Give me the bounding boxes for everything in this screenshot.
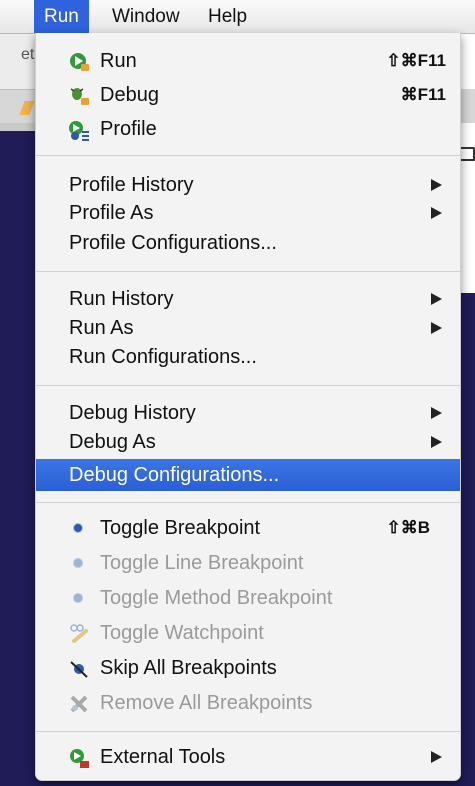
- menu-item-external-tools[interactable]: External Tools: [36, 740, 460, 774]
- breakpoint-dot-icon: [73, 523, 83, 533]
- menu-item-debug-configurations[interactable]: Debug Configurations...: [36, 459, 460, 491]
- separator: [36, 385, 460, 386]
- menu-item-label: External Tools: [100, 746, 226, 768]
- menu-item-label: Profile Configurations...: [69, 232, 277, 254]
- menu-item-label: Debug As: [69, 431, 156, 453]
- menu-item-remove-all-breakpoints[interactable]: Remove All Breakpoints: [36, 686, 460, 720]
- background-maximize-icon: [459, 147, 475, 161]
- menubar: Run Window Help: [0, 0, 475, 34]
- submenu-arrow-icon: [431, 322, 442, 334]
- menu-item-label: Profile: [100, 118, 157, 140]
- menu-item-profile[interactable]: Profile: [36, 112, 460, 146]
- run-menu-dropdown: Run ⇧⌘F11 Debug ⌘F11 Profile Profile His…: [35, 33, 461, 781]
- submenu-arrow-icon: [431, 293, 442, 305]
- menu-window[interactable]: Window: [102, 0, 190, 33]
- menu-help[interactable]: Help: [198, 0, 257, 33]
- background-text: et: [21, 46, 35, 63]
- shortcut: ⇧⌘F11: [386, 51, 446, 70]
- menu-item-run-configurations[interactable]: Run Configurations...: [36, 340, 460, 374]
- background-panel: [0, 123, 36, 131]
- separator: [36, 155, 460, 156]
- separator: [36, 271, 460, 272]
- shortcut: ⇧⌘B: [386, 518, 430, 537]
- menu-item-label: Toggle Watchpoint: [100, 622, 264, 644]
- separator: [36, 502, 460, 503]
- separator: [36, 731, 460, 732]
- watchpoint-icon: [70, 624, 88, 643]
- menu-item-label: Toggle Line Breakpoint: [100, 552, 304, 574]
- menu-item-skip-all-breakpoints[interactable]: Skip All Breakpoints: [36, 651, 460, 685]
- breakpoint-dot-icon: [73, 593, 83, 603]
- shortcut: ⌘F11: [400, 85, 446, 104]
- menu-item-label: Run Configurations...: [69, 346, 257, 368]
- menu-item-label: Profile As: [69, 202, 154, 224]
- submenu-arrow-icon: [431, 407, 442, 419]
- menu-run[interactable]: Run: [34, 0, 89, 33]
- debug-icon: [70, 88, 89, 105]
- menu-item-label: Debug Configurations...: [69, 464, 280, 486]
- menu-item-label: Toggle Method Breakpoint: [100, 587, 333, 609]
- menu-item-profile-as[interactable]: Profile As: [36, 196, 460, 230]
- menu-item-toggle-watchpoint[interactable]: Toggle Watchpoint: [36, 616, 460, 650]
- menu-item-profile-configurations[interactable]: Profile Configurations...: [36, 226, 460, 260]
- submenu-arrow-icon: [431, 207, 442, 219]
- menu-item-toggle-breakpoint[interactable]: Toggle Breakpoint ⇧⌘B: [36, 511, 460, 545]
- submenu-arrow-icon: [431, 179, 442, 191]
- external-tools-icon: [70, 749, 89, 768]
- menu-item-label: Skip All Breakpoints: [100, 657, 277, 679]
- remove-breakpoints-icon: [70, 695, 88, 713]
- menu-item-debug-as[interactable]: Debug As: [36, 425, 460, 459]
- profile-icon: [69, 121, 89, 141]
- menu-item-label: Debug: [100, 84, 159, 106]
- run-icon: [70, 53, 89, 71]
- menu-item-toggle-method-breakpoint[interactable]: Toggle Method Breakpoint: [36, 581, 460, 615]
- skip-breakpoints-icon: [70, 661, 88, 678]
- menu-item-debug[interactable]: Debug ⌘F11: [36, 78, 460, 112]
- menu-item-label: Remove All Breakpoints: [100, 692, 313, 714]
- menu-item-label: Run: [100, 50, 137, 72]
- breakpoint-dot-icon: [73, 558, 83, 568]
- submenu-arrow-icon: [431, 436, 442, 448]
- menu-item-label: Toggle Breakpoint: [100, 517, 261, 539]
- menu-item-run[interactable]: Run ⇧⌘F11: [36, 44, 460, 78]
- submenu-arrow-icon: [431, 751, 442, 763]
- menu-item-toggle-line-breakpoint[interactable]: Toggle Line Breakpoint: [36, 546, 460, 580]
